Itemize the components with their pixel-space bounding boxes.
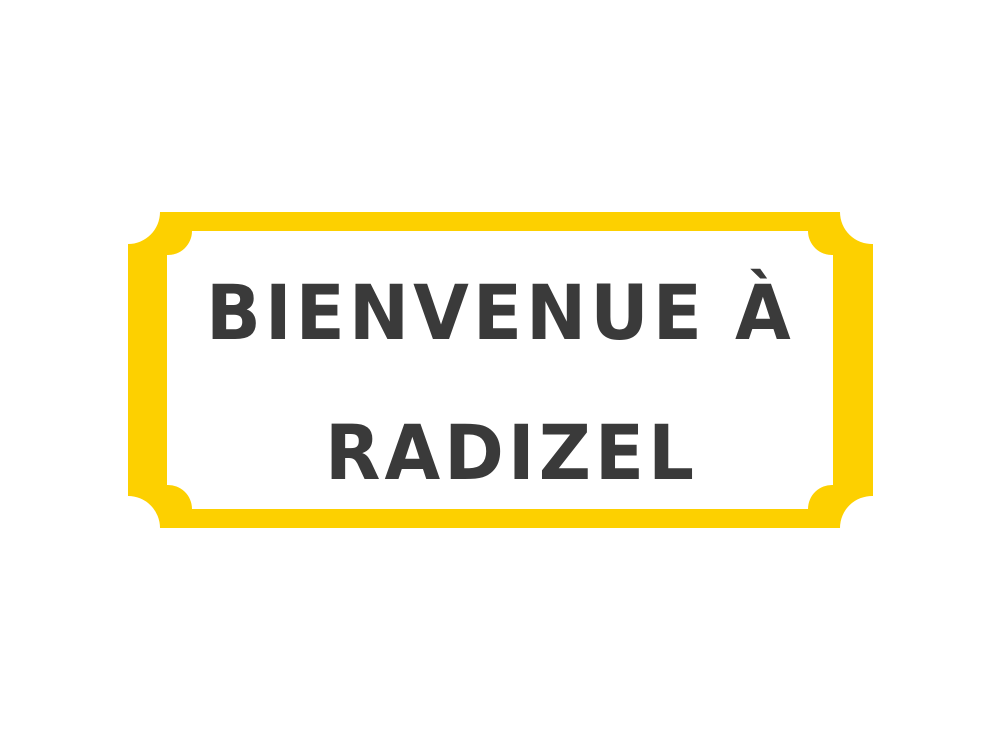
sign-line-1: BIENVENUE À [206, 268, 795, 357]
welcome-sign: BIENVENUE À RADIZEL [0, 0, 1000, 750]
sign-text: BIENVENUE À RADIZEL [170, 255, 830, 505]
sign-line-2: RADIZEL [325, 408, 698, 497]
